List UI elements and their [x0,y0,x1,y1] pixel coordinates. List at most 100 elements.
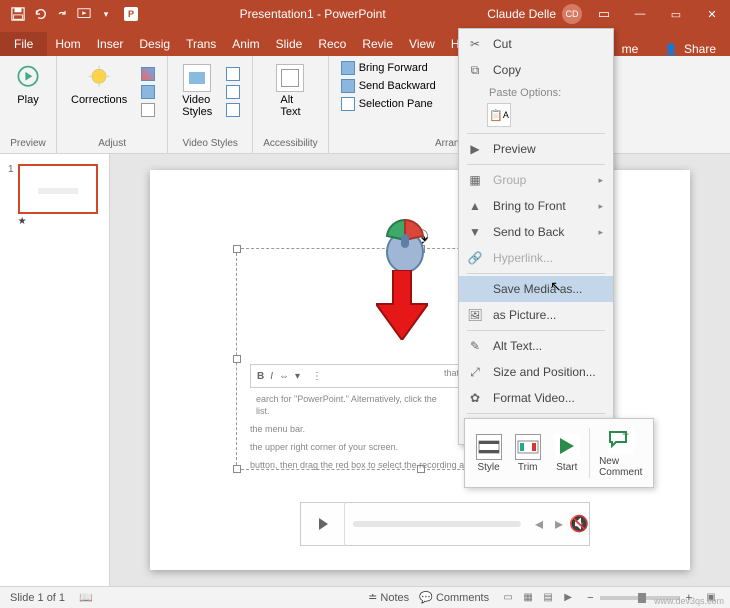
mini-toolbar: Style Trim Start +New Comment [464,418,654,488]
cm-bring-to-front[interactable]: ▲Bring to Front▸ [459,193,613,219]
zoom-out[interactable]: − [587,592,593,604]
save-icon[interactable] [8,4,28,24]
tab-review[interactable]: Revie [354,32,401,56]
alt-text-button[interactable]: Alt Text [272,60,308,122]
tab-design[interactable]: Desig [131,32,178,56]
minimize-button[interactable] [622,0,658,28]
format-icon: ✿ [467,390,483,406]
ribbon-options-icon[interactable]: ▭ [586,0,622,28]
editor-body: 1 ★ ⟳ B I ⇔ ▾ ⋮ that of Xbox Ga earch fo… [0,154,730,586]
redo-icon[interactable] [52,4,72,24]
selection-pane-button[interactable]: Selection Pane [339,96,438,112]
step-back-button[interactable]: ◂ [529,514,549,534]
app-icon: P [124,7,138,21]
tab-file[interactable]: File [0,32,47,56]
view-sorter[interactable]: ▦ [519,590,537,606]
picture-icon: 🖼 [467,307,483,323]
link-icon: 🔗 [467,250,483,266]
slides-panel: 1 ★ [0,154,110,586]
user-area: Claude Delle CD [487,4,586,24]
svg-text:+: + [622,428,629,441]
mini-trim[interactable]: Trim [511,432,545,475]
bring-front-icon: ▲ [467,198,483,214]
user-name[interactable]: Claude Delle [487,7,556,21]
watermark: www.dev3qs.com [654,596,724,606]
corrections-button[interactable]: Corrections [67,60,131,110]
media-playbar: ◂ ▸ 🔇 [300,502,590,546]
share-icon: 👤 [664,43,678,56]
annotation-arrow-down [376,270,428,345]
cm-save-as-picture[interactable]: 🖼as Picture... [459,302,613,328]
user-avatar[interactable]: CD [562,4,582,24]
paste-option-button[interactable]: 📋A [487,103,511,127]
send-back-icon: ▼ [467,224,483,240]
slide-number: 1 [8,164,14,227]
mini-start[interactable]: Start [550,432,584,475]
tab-recording[interactable]: Reco [310,32,354,56]
close-button[interactable] [694,0,730,28]
statusbar: Slide 1 of 1 📖 ≐ Notes 💬 Comments ▭ ▦ ▤ … [0,586,730,608]
maximize-button[interactable] [658,0,694,28]
start-icon [554,434,580,460]
slide-thumbnail[interactable] [18,164,98,214]
cm-save-media-as[interactable]: Save Media as... [459,276,613,302]
notes-button[interactable]: ≐ Notes [368,591,409,604]
start-slideshow-icon[interactable] [74,4,94,24]
tab-home[interactable]: Hom [47,32,88,56]
cm-preview[interactable]: ▶Preview [459,136,613,162]
context-menu: ✂Cut ⧉Copy Paste Options: 📋A ▶Preview ▦G… [458,28,614,445]
mini-new-comment[interactable]: +New Comment [595,426,646,480]
tab-slideshow[interactable]: Slide [268,32,311,56]
tab-animations[interactable]: Anim [224,32,267,56]
volume-button[interactable]: 🔇 [569,514,589,534]
cm-format-video[interactable]: ✿Format Video... [459,385,613,411]
step-forward-button[interactable]: ▸ [549,514,569,534]
spellcheck-icon[interactable]: 📖 [79,591,93,604]
cut-icon: ✂ [467,36,483,52]
undo-icon[interactable] [30,4,50,24]
share-button[interactable]: Share [684,42,716,56]
tab-transitions[interactable]: Trans [178,32,224,56]
send-backward-button[interactable]: Send Backward [339,78,438,94]
view-normal[interactable]: ▭ [499,590,517,606]
trim-icon [515,434,541,460]
cm-size-position[interactable]: ⤢Size and Position... [459,359,613,385]
mini-style[interactable]: Style [472,432,506,475]
truncated-tab[interactable]: me [622,42,639,56]
color-button[interactable] [139,66,157,82]
group-icon: ▦ [467,172,483,188]
cm-send-to-back[interactable]: ▼Send to Back▸ [459,219,613,245]
slide-indicator: Slide 1 of 1 [10,592,65,604]
cm-edit-alt-text[interactable]: ✎Alt Text... [459,333,613,359]
cm-hyperlink: 🔗Hyperlink... [459,245,613,271]
video-shape-button[interactable] [224,66,242,82]
alttext-icon: ✎ [467,338,483,354]
tab-insert[interactable]: Inser [89,32,132,56]
play-button[interactable]: Play [10,60,46,110]
media-seek[interactable] [353,521,521,527]
bring-forward-button[interactable]: Bring Forward [339,60,438,76]
size-icon: ⤢ [467,364,483,380]
view-reading[interactable]: ▤ [539,590,557,606]
cm-copy[interactable]: ⧉Copy [459,57,613,83]
poster-frame-button[interactable] [139,84,157,100]
view-slideshow[interactable]: ▶ [559,590,577,606]
window-title: Presentation1 - PowerPoint [138,7,487,21]
reset-design-button[interactable] [139,102,157,118]
cm-cut[interactable]: ✂Cut [459,31,613,57]
copy-icon: ⧉ [467,62,483,78]
video-border-button[interactable] [224,84,242,100]
qat-more-icon[interactable]: ▾ [96,4,116,24]
slide-canvas-area: ⟳ B I ⇔ ▾ ⋮ that of Xbox Ga earch for "P… [110,154,730,586]
ribbon-group-adjust: Corrections Adjust [57,56,168,153]
video-effects-button[interactable] [224,102,242,118]
play-media-button[interactable] [301,502,345,546]
cm-group: ▦Group▸ [459,167,613,193]
comments-button[interactable]: 💬 Comments [419,591,489,604]
mini-format-toolbar[interactable]: B I ⇔ ▾ ⋮ [250,364,470,388]
preview-icon: ▶ [467,141,483,157]
video-styles-button[interactable]: Video Styles [178,60,216,122]
cm-paste-options-label: Paste Options: [459,83,613,101]
tab-view[interactable]: View [401,32,443,56]
ribbon-group-accessibility: Alt Text Accessibility [253,56,328,153]
